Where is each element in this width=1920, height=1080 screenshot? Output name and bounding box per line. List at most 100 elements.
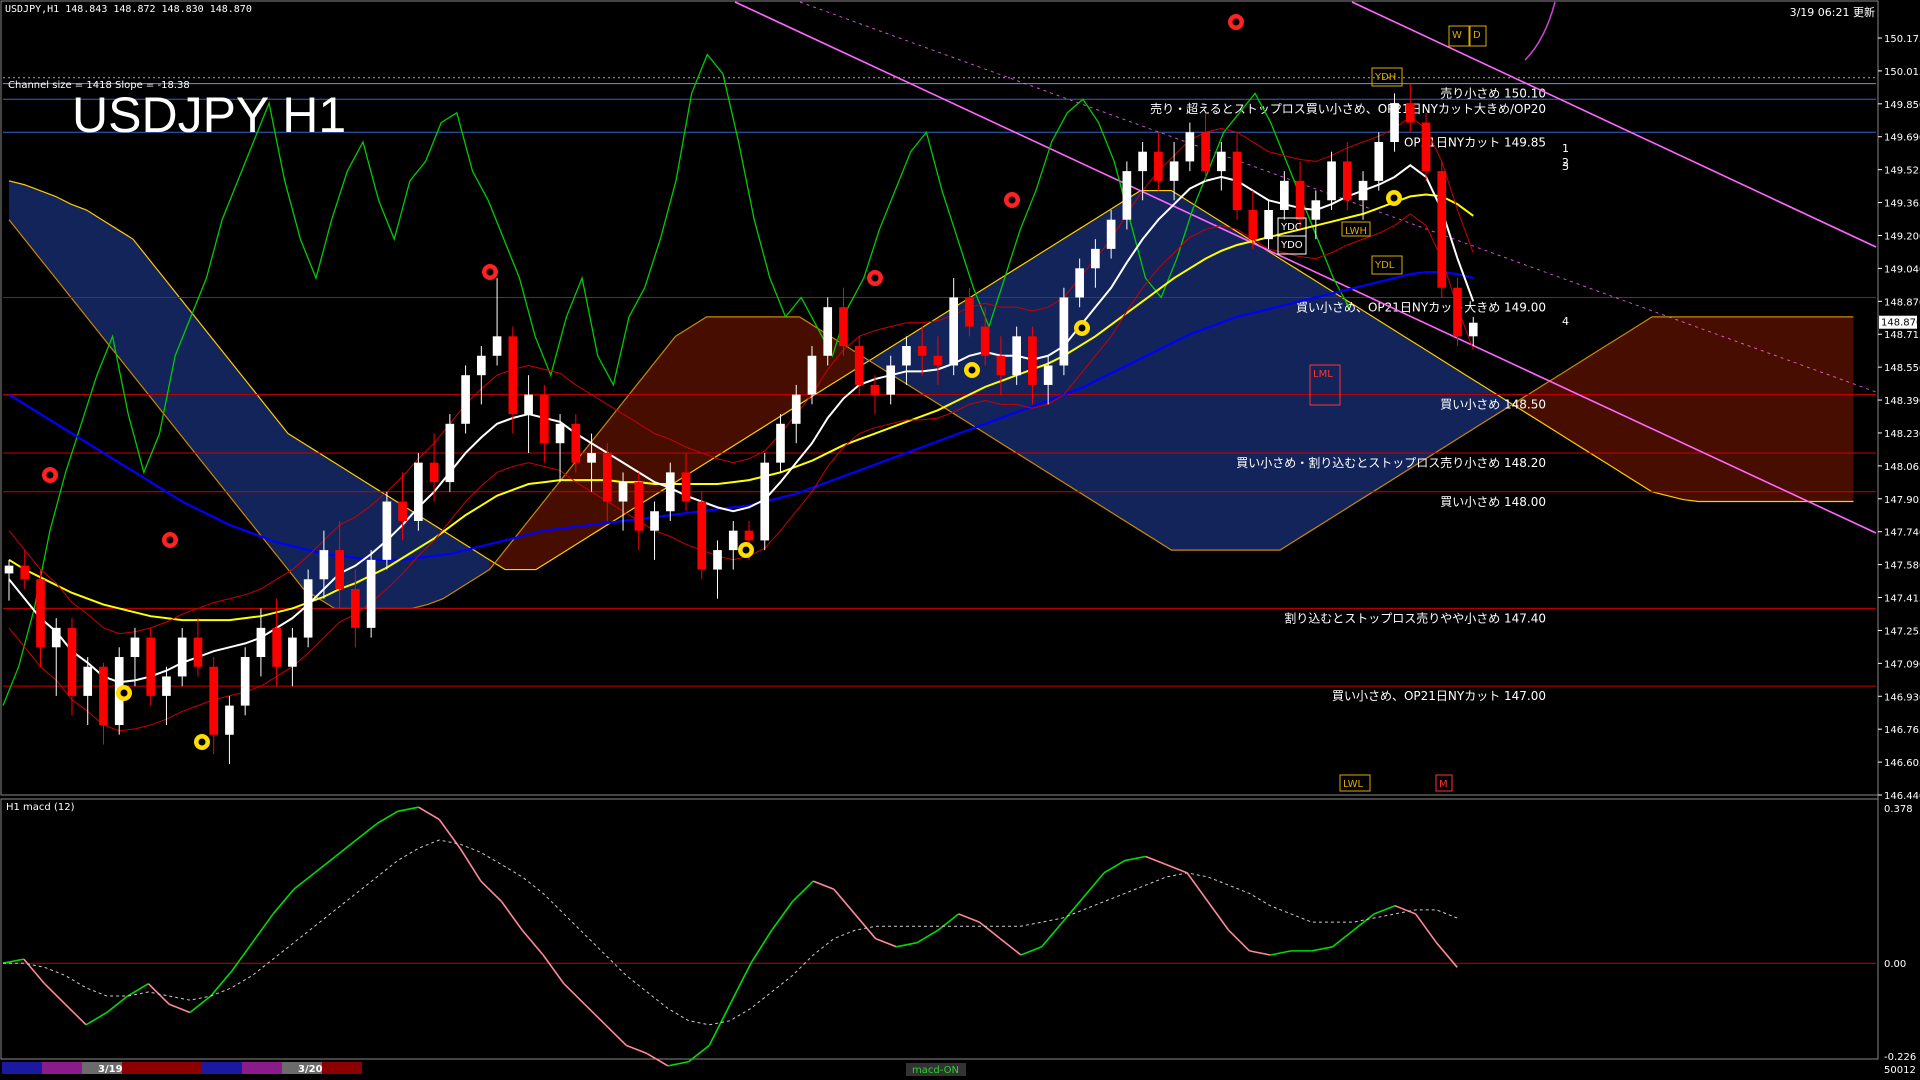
macd-segment (563, 983, 586, 1005)
candle-body (1421, 122, 1431, 172)
cloud-segment (1233, 229, 1249, 551)
macd-segment (272, 888, 295, 915)
candle-body (382, 501, 392, 560)
candle-body (917, 346, 927, 356)
candle-body (366, 559, 376, 628)
candle-body (571, 423, 581, 463)
session-block (2, 1062, 42, 1074)
price-tick-label: 148.550 (1884, 363, 1920, 374)
range-box-label: YDL (1374, 260, 1395, 271)
cloud-segment (722, 316, 738, 453)
session-block (322, 1062, 362, 1074)
candle-body (618, 482, 628, 502)
candle-body (1374, 141, 1384, 181)
candle-body (4, 565, 14, 574)
candle-body (933, 355, 943, 366)
candle-body (1185, 132, 1195, 162)
candle-body (461, 375, 470, 424)
level-label: 買い小さめ・割り込むとストップロス売り小さめ 148.20 (1236, 455, 1546, 470)
candle-body (240, 657, 250, 706)
cloud-segment (350, 472, 366, 609)
price-tick-label: 149.040 (1884, 264, 1920, 275)
cloud-segment (164, 278, 180, 434)
macd-segment (230, 942, 253, 972)
candle-body (1138, 151, 1147, 172)
price-tick-label: 146.765 (1884, 725, 1920, 736)
candle-body (351, 588, 360, 628)
cloud-segment (1140, 190, 1156, 541)
candle-body (303, 579, 313, 638)
candle-body (1201, 132, 1210, 172)
cloud-segment (1156, 190, 1172, 551)
cloud-segment (148, 258, 164, 415)
cloud-segment (768, 316, 784, 424)
macd-segment (1041, 921, 1064, 948)
candle-body (1279, 180, 1289, 211)
price-tick-label: 149.365 (1884, 199, 1920, 210)
level-label: 買い小さめ、OP21日NYカット大きめ 149.00 (1296, 300, 1546, 314)
macd-segment (812, 880, 835, 891)
range-box-label: M (1439, 779, 1448, 790)
fractal-marker-center (968, 366, 976, 374)
candle-body (1059, 297, 1069, 366)
range-box-label: W (1452, 30, 1462, 41)
macd-segment (1061, 896, 1084, 923)
macd-segment (978, 921, 1001, 940)
candle-body (902, 346, 911, 366)
candle-body (602, 452, 612, 502)
cloud-segment (133, 239, 149, 395)
macd-segment (1270, 950, 1292, 956)
cloud-segment (1729, 316, 1745, 502)
fractal-marker-center (486, 268, 494, 276)
cloud-segment (1683, 316, 1699, 502)
macd-segment (459, 847, 482, 882)
macd-segment (833, 888, 856, 915)
candle-body (162, 676, 171, 696)
candle-body (949, 297, 959, 366)
price-tick-label: 146.440 (1884, 791, 1920, 802)
time-label: 3/19 (98, 1064, 123, 1075)
session-block (202, 1062, 242, 1074)
macd-segment (521, 929, 544, 956)
cloud-segment (303, 443, 319, 599)
macd-segment (334, 839, 357, 858)
channel-line-upper (1351, 1, 1877, 248)
fractal-marker-center (46, 471, 54, 479)
candle-body (477, 355, 486, 376)
macd-segment (1082, 872, 1105, 899)
fib-label: 3 (1562, 160, 1569, 173)
cloud-segment (520, 511, 536, 570)
candle-body (980, 326, 990, 356)
candle-body (854, 346, 864, 385)
candle-body (177, 637, 187, 677)
cloud-segment (675, 326, 691, 483)
cloud-segment (1264, 248, 1280, 551)
macd-segment (85, 1011, 108, 1026)
macd-tick-label: -0.226 (1884, 1052, 1916, 1063)
candle-body (744, 530, 754, 541)
macd-segment (1020, 946, 1043, 956)
price-chart-svg[interactable]: 売り小さめ 150.10売り・超えるとストップロス買い小さめ、OP21日NYカッ… (0, 0, 1920, 1080)
candle-body (272, 627, 281, 667)
cloud-segment (1559, 365, 1575, 444)
time-axis-strip: 3/19 3/20 macd-ON 50012 (2, 1062, 1916, 1076)
macd-segment (1249, 950, 1271, 956)
candle-body (776, 423, 785, 463)
price-tick-label: 149.525 (1884, 166, 1920, 177)
cloud-segment (1776, 316, 1792, 502)
candle-body (335, 550, 344, 589)
price-tick-label: 148.065 (1884, 462, 1920, 473)
candle-body (398, 501, 407, 521)
cloud-segment (55, 196, 71, 298)
macd-segment (875, 937, 897, 948)
cloud-segment (1311, 278, 1327, 531)
price-tick-label: 149.200 (1884, 231, 1920, 242)
bottom-right-label: 50012 (1884, 1065, 1916, 1076)
price-tick-label: 146.605 (1884, 758, 1920, 769)
price-tick-label: 147.740 (1884, 528, 1920, 539)
level-label: 買い小さめ 148.00 (1440, 495, 1546, 509)
candle-body (886, 365, 896, 395)
candle-body (20, 565, 30, 580)
fractal-marker-center (1232, 18, 1240, 26)
macd-segment (625, 1044, 648, 1055)
